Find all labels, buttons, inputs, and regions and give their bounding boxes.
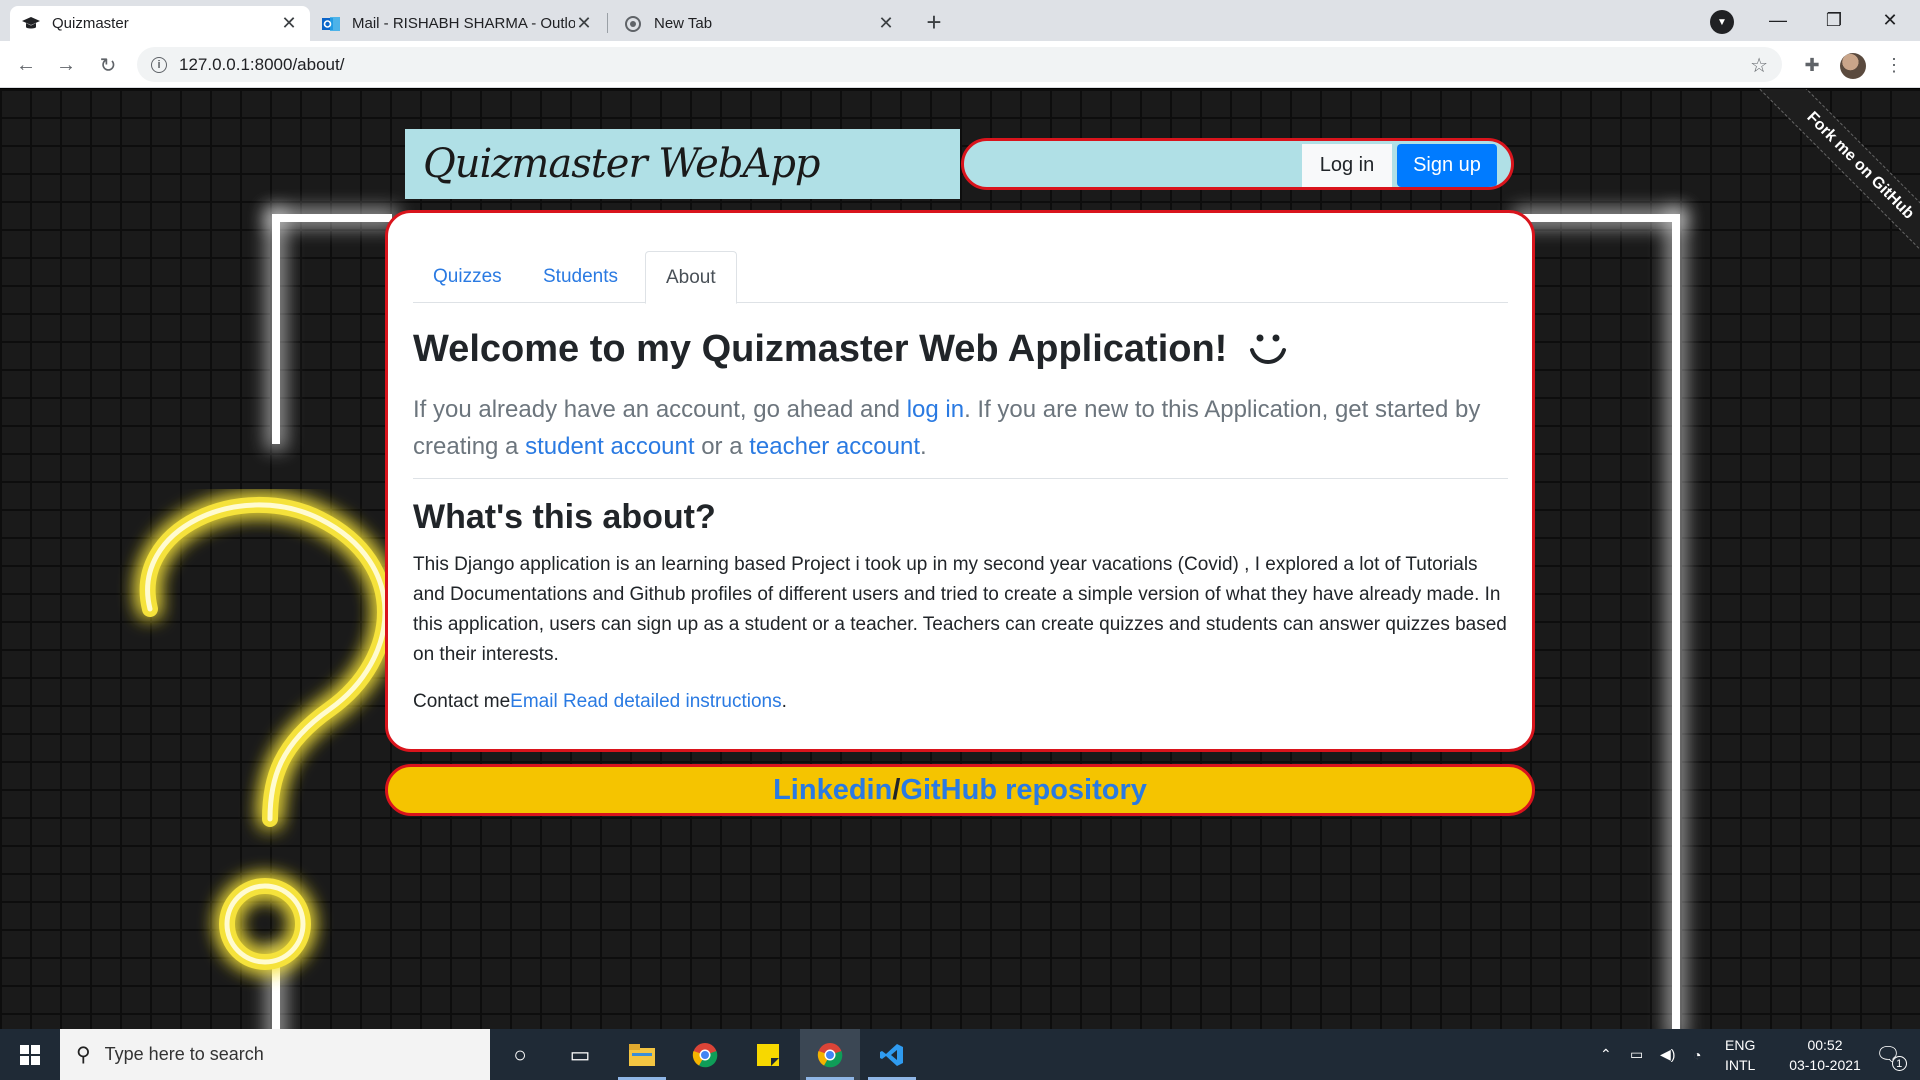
auth-bar: Log in Sign up — [961, 138, 1514, 190]
url-text[interactable]: 127.0.0.1:8000/about/ — [179, 55, 344, 75]
lead-text: . — [920, 433, 927, 460]
linkedin-link[interactable]: Linkedin — [773, 774, 892, 807]
welcome-title: Welcome to my Quizmaster Web Application… — [413, 327, 1228, 370]
tab-divider — [607, 13, 608, 33]
contact-suffix: . — [781, 691, 787, 712]
browser-tab-quizmaster[interactable]: Quizmaster ✕ — [10, 6, 310, 41]
signup-button[interactable]: Sign up — [1397, 144, 1497, 187]
github-repository-link[interactable]: GitHub repository — [900, 774, 1147, 807]
wifi-icon[interactable]: ◔ — [1693, 1029, 1701, 1080]
extensions-puzzle-icon[interactable]: ✚ — [1800, 53, 1824, 77]
lead-text: If you already have an account, go ahead… — [413, 396, 907, 423]
contact-prefix: Contact me — [413, 691, 511, 712]
tab-title: Mail - RISHABH SHARMA - Outlo — [352, 15, 575, 32]
site-logo[interactable]: Quizmaster WebApp — [405, 129, 960, 199]
tab-quizzes[interactable]: Quizzes — [413, 251, 522, 303]
contact-line: Contact meEmail Read detailed instructio… — [413, 691, 787, 713]
forward-arrow-icon[interactable]: → — [50, 49, 82, 81]
search-icon: ⚲ — [76, 1044, 91, 1066]
search-placeholder: Type here to search — [104, 1044, 264, 1064]
close-tab-icon[interactable]: ✕ — [877, 13, 895, 34]
teacher-account-link[interactable]: teacher account — [749, 433, 920, 460]
clock-time: 00:52 — [1807, 1036, 1843, 1053]
tab-title: Quizmaster — [52, 15, 129, 32]
vscode-icon[interactable] — [862, 1029, 922, 1080]
tab-search-button[interactable]: ▼ — [1710, 10, 1734, 34]
windows-taskbar: ⚲ Type here to search ○ ▭ ⌃ ▭ ◀) ◔ ENG I… — [0, 1029, 1920, 1080]
browser-tab-strip: Quizmaster ✕ Mail - RISHABH SHARMA - Out… — [0, 0, 1920, 41]
new-tab-button[interactable]: + — [918, 6, 950, 38]
back-arrow-icon[interactable]: ← — [10, 49, 42, 81]
lead-text: or a — [694, 433, 750, 460]
restore-icon[interactable]: ❐ — [1806, 0, 1862, 41]
email-link[interactable]: Email — [510, 691, 558, 712]
notification-count-badge: 1 — [1891, 1056, 1907, 1071]
language-indicator[interactable]: ENG INTL — [1725, 1029, 1755, 1080]
login-link[interactable]: log in — [907, 396, 964, 423]
neon-frame-decoration — [1520, 214, 1680, 222]
menu-kebab-icon[interactable]: ⋮ — [1882, 53, 1906, 77]
task-view-icon[interactable]: ▭ — [550, 1029, 610, 1080]
about-heading: What's this about? — [413, 498, 716, 536]
outlook-icon — [322, 15, 340, 33]
divider — [413, 478, 1508, 479]
nav-tabs: Quizzes Students About — [413, 251, 1508, 304]
clock-date: 03-10-2021 — [1789, 1056, 1861, 1073]
logo-text: Quizmaster WebApp — [423, 141, 821, 187]
about-body: This Django application is an learning b… — [413, 554, 1507, 665]
page-viewport: Fork me on GitHub Quizmaster WebApp Log … — [0, 89, 1920, 1029]
smiley-icon — [1250, 334, 1287, 364]
taskbar-search-box[interactable]: ⚲ Type here to search — [60, 1029, 490, 1080]
tab-students[interactable]: Students — [523, 251, 638, 303]
graduation-cap-icon — [22, 15, 40, 33]
windows-start-icon[interactable] — [0, 1029, 60, 1080]
neon-frame-decoration — [272, 214, 392, 222]
reload-icon[interactable]: ↻ — [92, 49, 124, 81]
notification-center-icon[interactable]: 🗨 1 — [1868, 1029, 1908, 1080]
bookmark-star-icon[interactable]: ☆ — [1750, 53, 1768, 78]
tab-about[interactable]: About — [645, 251, 737, 304]
lang-code: ENG — [1725, 1036, 1756, 1053]
instructions-link[interactable]: Read detailed instructions — [563, 691, 782, 712]
file-explorer-icon[interactable] — [612, 1029, 672, 1080]
cortana-icon[interactable]: ○ — [490, 1029, 550, 1080]
footer-links-bar: Linkedin / GitHub repository — [385, 764, 1535, 816]
site-info-icon[interactable]: i — [151, 56, 167, 73]
content-card: Quizzes Students About Welcome to my Qui… — [385, 210, 1535, 752]
profile-avatar[interactable] — [1840, 53, 1866, 79]
battery-icon[interactable]: ▭ — [1630, 1029, 1643, 1080]
lead-paragraph: If you already have an account, go ahead… — [413, 391, 1513, 465]
chrome-taskbar-icon[interactable] — [675, 1029, 735, 1080]
close-tab-icon[interactable]: ✕ — [280, 13, 298, 34]
sticky-notes-icon[interactable] — [738, 1029, 798, 1080]
student-account-link[interactable]: student account — [525, 433, 694, 460]
fork-ribbon-label: Fork me on GitHub — [1803, 108, 1918, 223]
neon-frame-decoration — [1672, 214, 1680, 1029]
login-button[interactable]: Log in — [1302, 144, 1392, 187]
browser-tab-new[interactable]: New Tab ✕ — [612, 6, 907, 41]
footer-separator: / — [892, 773, 901, 806]
volume-icon[interactable]: ◀) — [1660, 1029, 1675, 1080]
minimize-icon[interactable]: — — [1750, 0, 1806, 41]
clock[interactable]: 00:52 03-10-2021 — [1770, 1029, 1880, 1080]
address-bar[interactable]: i 127.0.0.1:8000/about/ ☆ — [137, 47, 1782, 82]
welcome-heading: Welcome to my Quizmaster Web Application… — [413, 326, 1291, 372]
chrome-profile-taskbar-icon[interactable] — [800, 1029, 860, 1080]
keyboard-layout: INTL — [1725, 1056, 1756, 1073]
browser-toolbar: ← → ↻ i 127.0.0.1:8000/about/ ☆ ✚ ⋮ — [0, 41, 1920, 88]
browser-tab-mail[interactable]: Mail - RISHABH SHARMA - Outlo ✕ — [310, 6, 605, 41]
close-window-icon[interactable]: ✕ — [1862, 0, 1918, 41]
tab-title: New Tab — [654, 15, 713, 32]
neon-frame-decoration — [272, 214, 280, 444]
fork-on-github-ribbon[interactable]: Fork me on GitHub — [1756, 89, 1920, 270]
close-tab-icon[interactable]: ✕ — [575, 13, 593, 34]
show-hidden-icons-icon[interactable]: ⌃ — [1600, 1029, 1612, 1080]
chrome-icon — [624, 15, 642, 33]
